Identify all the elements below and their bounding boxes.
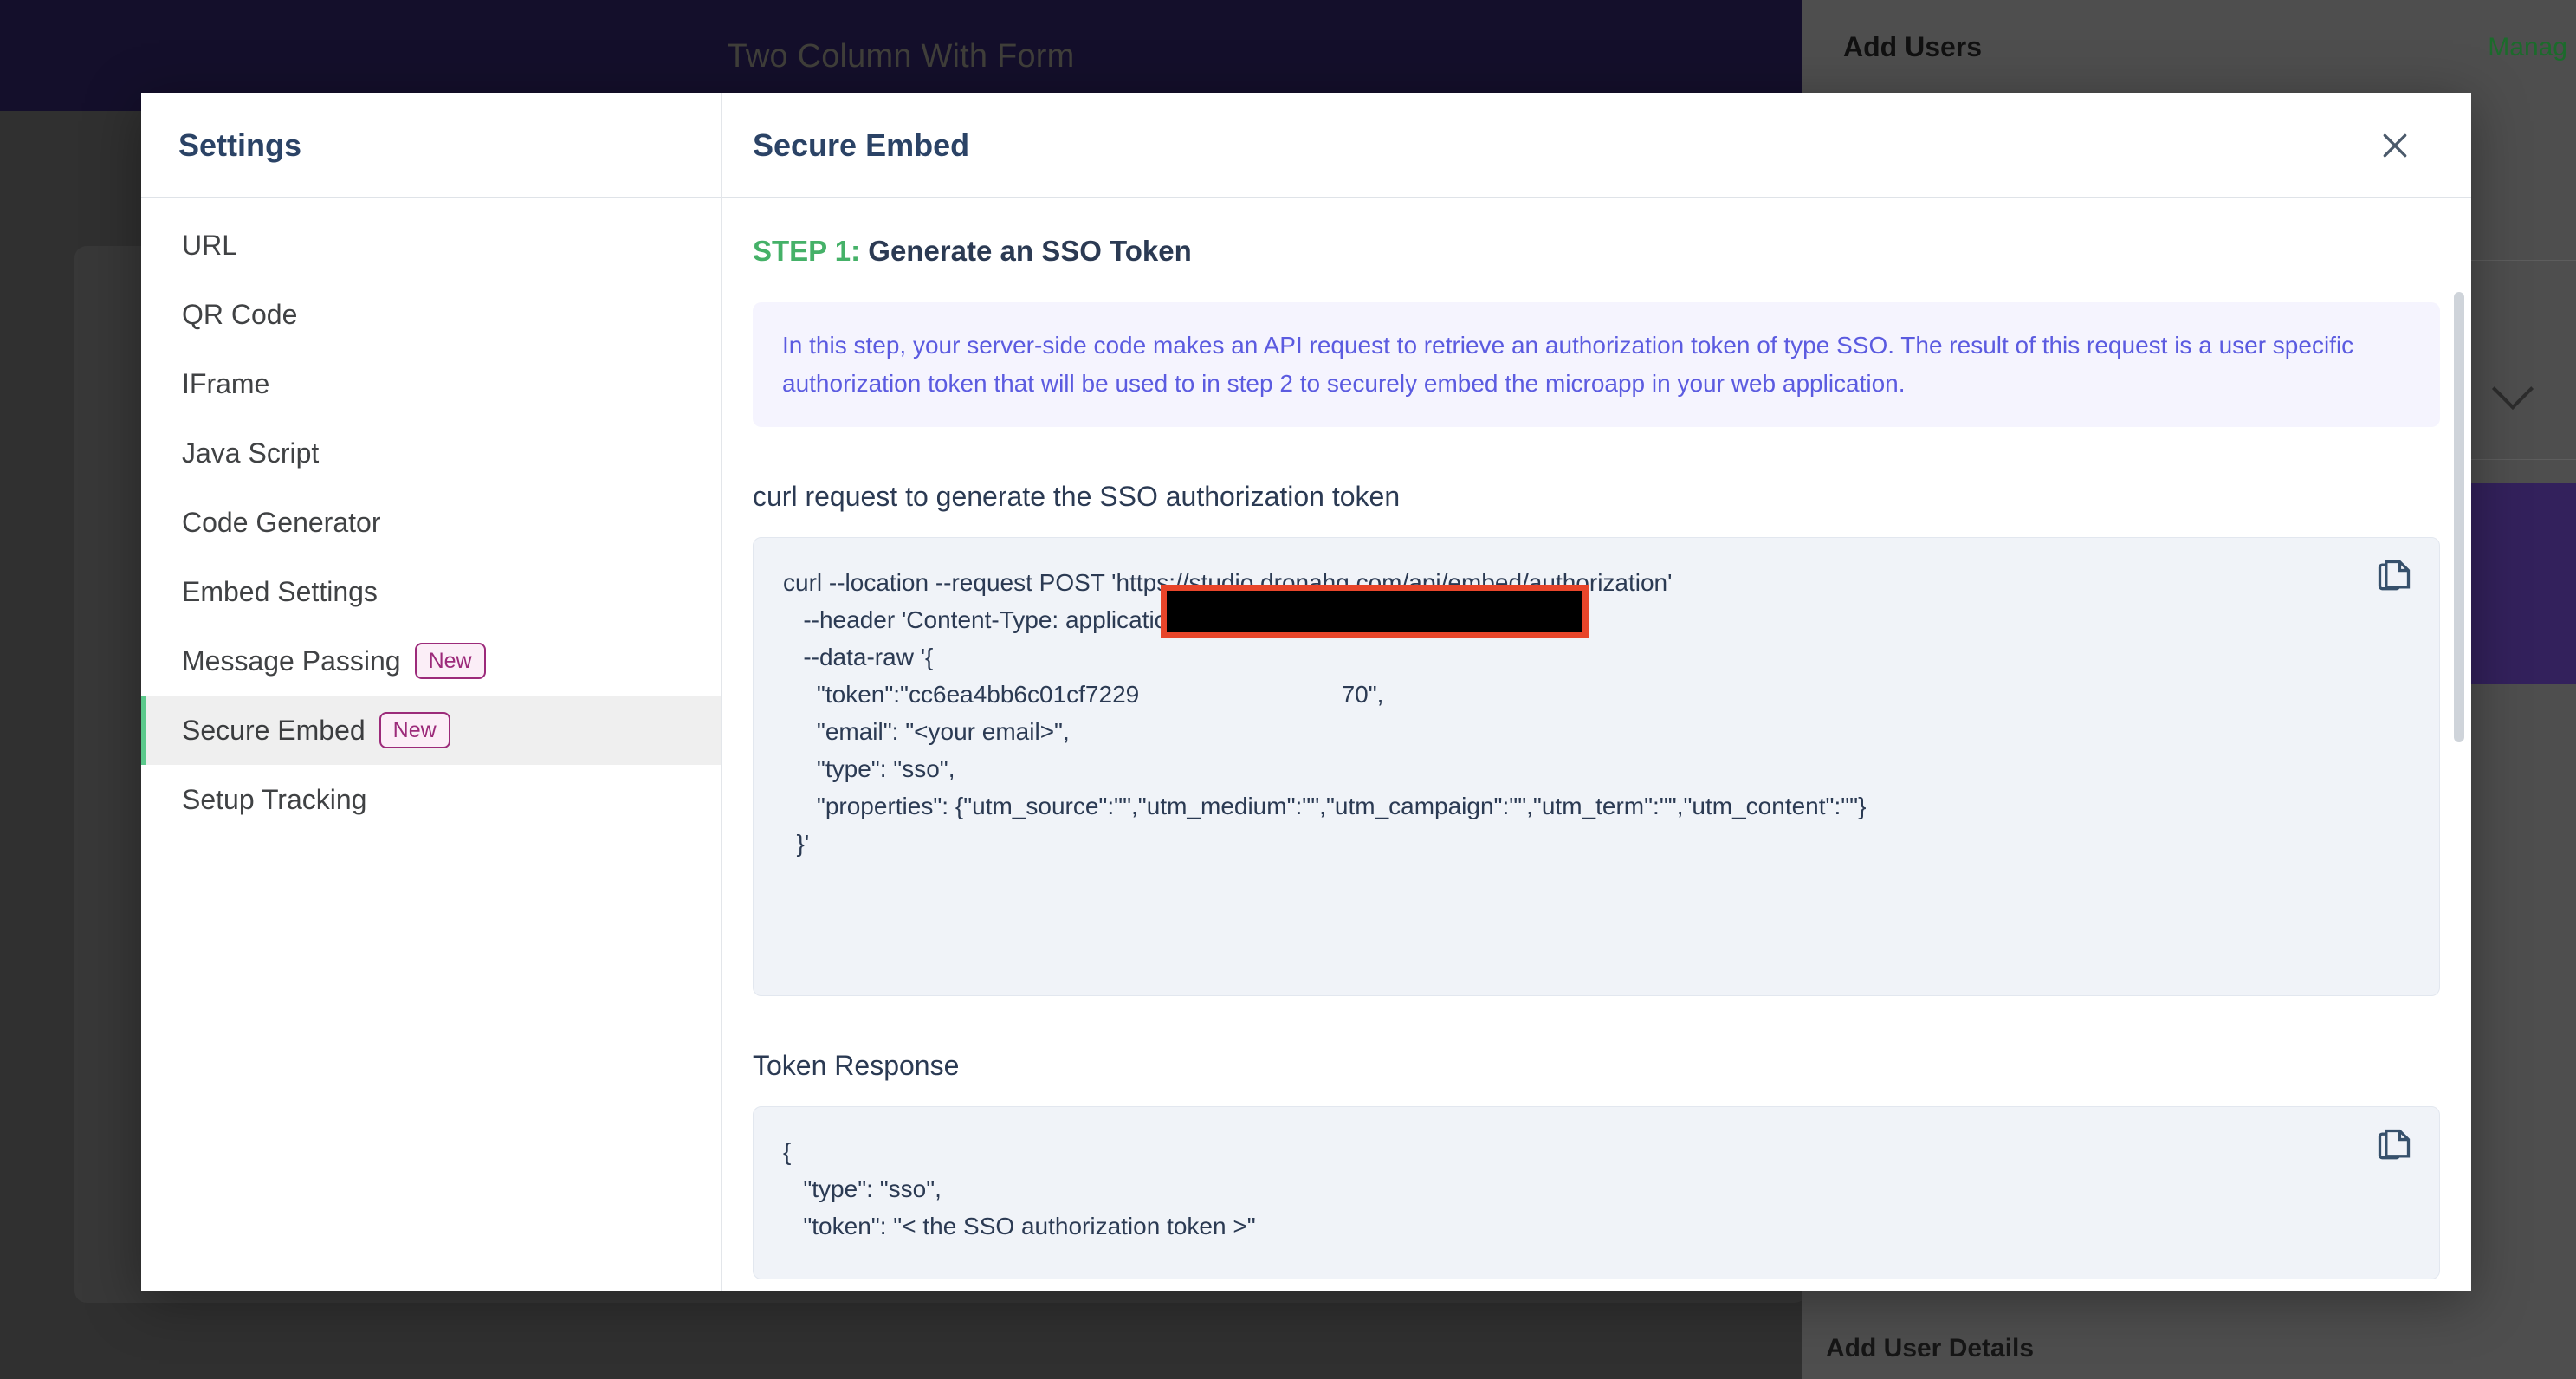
sidebar-header: Settings	[141, 93, 721, 198]
sidebar-item-setup-tracking[interactable]: Setup Tracking	[141, 765, 721, 834]
code-line: curl --location --request POST 'https://…	[783, 569, 1673, 596]
sidebar-item-label: Java Script	[182, 437, 320, 469]
sidebar-item-iframe[interactable]: IFrame	[141, 349, 721, 418]
sidebar-item-label: Code Generator	[182, 506, 381, 538]
right-panel-header: Add Users Manag	[1802, 0, 2576, 107]
curl-code-block[interactable]: curl --location --request POST 'https://…	[753, 537, 2440, 996]
sidebar-item-url[interactable]: URL	[141, 210, 721, 280]
background-app-title: Two Column With Form	[727, 38, 1075, 74]
new-badge: New	[414, 643, 486, 679]
sidebar-list: URL QR Code IFrame Java Script Code Gene…	[141, 198, 721, 834]
info-callout: In this step, your server-side code make…	[753, 302, 2440, 427]
sidebar-item-label: Embed Settings	[182, 575, 378, 607]
token-response-code-block[interactable]: { "type": "sso", "token": "< the SSO aut…	[753, 1106, 2440, 1279]
code-line: "token": "< the SSO authorization token …	[783, 1213, 1256, 1240]
sidebar-item-secure-embed[interactable]: Secure Embed New	[141, 696, 721, 765]
code-line: "type": "sso",	[783, 755, 955, 782]
sidebar-item-code-generator[interactable]: Code Generator	[141, 488, 721, 557]
sidebar-item-label: Message Passing	[182, 644, 401, 677]
step-key: STEP 1:	[753, 235, 861, 267]
code-line: "email": "<your email>",	[783, 718, 1070, 745]
sidebar-item-qr-code[interactable]: QR Code	[141, 280, 721, 349]
modal-main: Secure Embed STEP 1: Generate an SSO Tok…	[722, 93, 2471, 1291]
code-line: "properties": {"utm_source":"","utm_medi…	[783, 793, 1867, 819]
sidebar-item-label: Setup Tracking	[182, 783, 367, 815]
modal-scrollbar[interactable]	[2454, 292, 2464, 742]
new-badge: New	[379, 712, 450, 748]
sidebar-item-label: IFrame	[182, 367, 270, 399]
copy-icon[interactable]	[2375, 1126, 2413, 1164]
sidebar-item-java-script[interactable]: Java Script	[141, 418, 721, 488]
page-title: Secure Embed	[753, 126, 970, 163]
code-line: --header 'Content-Type: application/json…	[783, 606, 1238, 633]
code-line: "token":"cc6ea4bb6c01cf7229 70",	[783, 681, 1384, 708]
redaction-box	[1161, 585, 1589, 638]
modal-main-header: Secure Embed	[722, 93, 2471, 198]
step-title-text: Generate an SSO Token	[860, 235, 1192, 267]
curl-section-label: curl request to generate the SSO authori…	[753, 481, 1401, 512]
modal-main-body: STEP 1: Generate an SSO Token In this st…	[722, 198, 2471, 1290]
code-line: "type": "sso",	[783, 1175, 942, 1202]
sidebar-item-label: URL	[182, 229, 238, 261]
code-line: {	[783, 1138, 792, 1165]
settings-modal: Settings URL QR Code IFrame Java Script …	[141, 93, 2471, 1291]
sidebar-item-label: QR Code	[182, 298, 298, 330]
right-panel-bottom-title: Add User Details	[1826, 1334, 2035, 1363]
manage-link[interactable]: Manag	[2488, 33, 2567, 62]
sidebar-title: Settings	[178, 126, 302, 163]
sidebar-item-message-passing[interactable]: Message Passing New	[141, 626, 721, 696]
step-heading: STEP 1: Generate an SSO Token	[753, 235, 2440, 268]
right-panel-title: Add Users	[1843, 31, 1983, 62]
sidebar-item-label: Secure Embed	[182, 714, 366, 746]
code-line: --data-raw '{	[783, 644, 934, 670]
modal-sidebar: Settings URL QR Code IFrame Java Script …	[141, 93, 722, 1291]
screen-root: Two Column With Form Add Users Manag le …	[0, 0, 2576, 1379]
code-line: }'	[783, 830, 810, 857]
token-response-label: Token Response	[753, 1050, 960, 1081]
sidebar-item-embed-settings[interactable]: Embed Settings	[141, 557, 721, 626]
copy-icon[interactable]	[2375, 557, 2413, 595]
close-icon[interactable]	[2376, 126, 2414, 165]
chevron-down-icon[interactable]	[2491, 367, 2534, 411]
